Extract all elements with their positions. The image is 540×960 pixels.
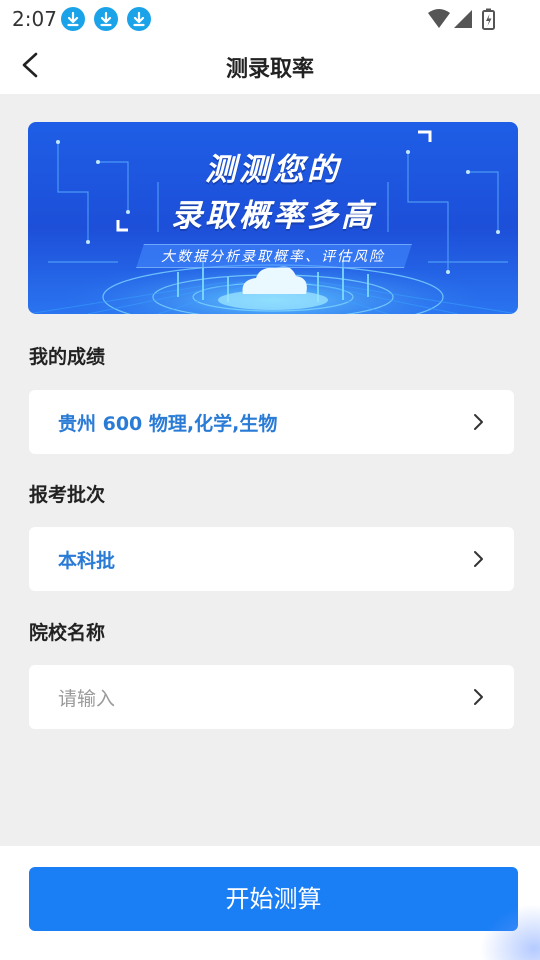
batch-label: 报考批次 bbox=[29, 484, 106, 506]
download-icon bbox=[127, 7, 151, 31]
status-bar: 2:07 bbox=[0, 0, 540, 38]
chevron-right-icon bbox=[474, 414, 483, 430]
score-selector[interactable]: 贵州 600 物理,化学,生物 bbox=[29, 390, 514, 454]
wifi-icon bbox=[428, 9, 450, 28]
download-icon bbox=[61, 7, 85, 31]
chevron-right-icon bbox=[474, 689, 483, 705]
nav-bar: 测录取率 bbox=[0, 38, 540, 94]
banner-subtitle: 大数据分析录取概率、评估风险 bbox=[161, 249, 385, 265]
start-calculation-button[interactable]: 开始测算 bbox=[29, 867, 518, 931]
school-placeholder: 请输入 bbox=[58, 688, 116, 710]
page-title: 测录取率 bbox=[225, 57, 314, 82]
promo-banner[interactable]: 测测您的 录取概率多高 大数据分析录取概率、评估风险 bbox=[28, 122, 518, 314]
corner-glow bbox=[480, 904, 540, 960]
signal-icon bbox=[454, 10, 472, 28]
banner-headline-2: 录取概率多高 bbox=[171, 198, 375, 234]
school-label: 院校名称 bbox=[29, 622, 106, 644]
score-value: 贵州 600 物理,化学,生物 bbox=[58, 413, 278, 435]
download-icon bbox=[94, 7, 118, 31]
banner-headline-1: 测测您的 bbox=[205, 152, 341, 188]
system-status-icons bbox=[428, 8, 495, 30]
score-label: 我的成绩 bbox=[29, 346, 106, 368]
batch-value: 本科批 bbox=[58, 550, 116, 572]
bottom-bar: 开始测算 bbox=[0, 846, 540, 960]
battery-icon bbox=[482, 8, 495, 30]
chevron-right-icon bbox=[474, 551, 483, 567]
batch-selector[interactable]: 本科批 bbox=[29, 527, 514, 591]
school-input[interactable]: 请输入 bbox=[29, 665, 514, 729]
status-time: 2:07 bbox=[12, 7, 57, 31]
